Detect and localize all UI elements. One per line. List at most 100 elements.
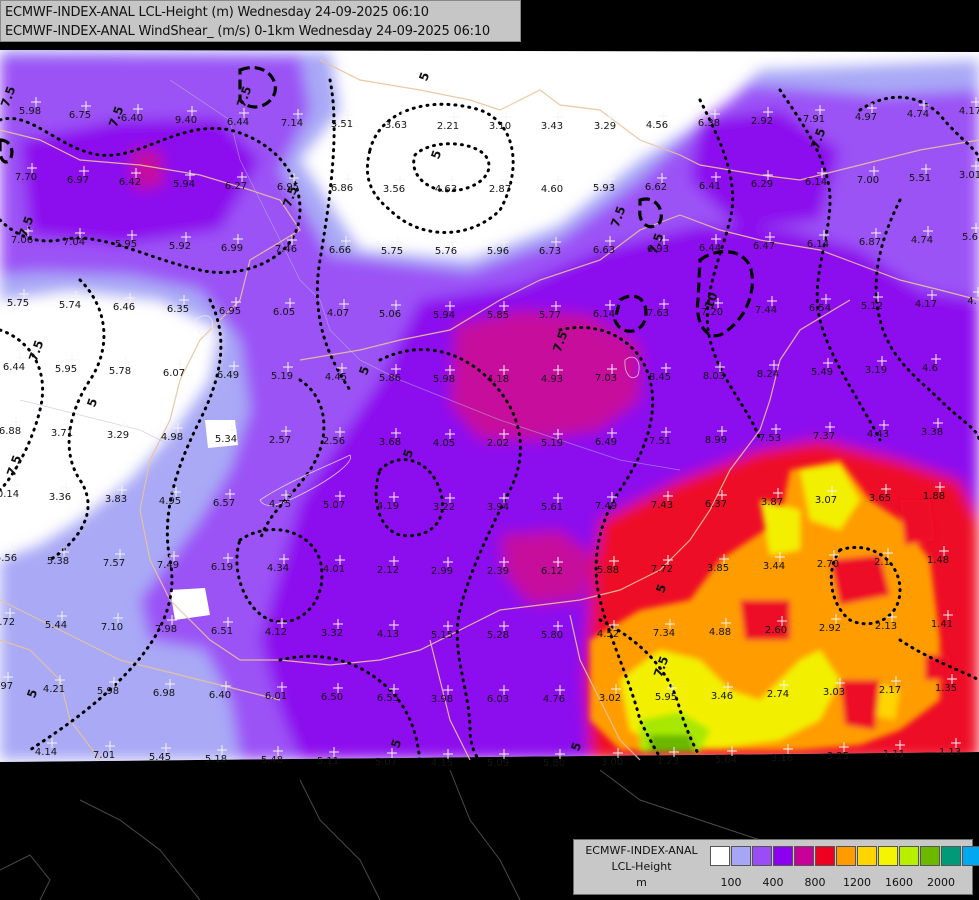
grid-value-label: 6.49 [595, 437, 617, 448]
lcl-field [0, 50, 979, 762]
grid-value-label: 5.51 [331, 119, 353, 130]
grid-value-label: 6.27 [225, 181, 247, 192]
grid-value-label: 5.15 [431, 630, 453, 641]
weather-map-viewer: 5.98 6.75 6.40 9.40 6.44 7.14 5.51 3.63 2.21 3.10… [0, 0, 979, 900]
grid-value-label: 4.60 [541, 184, 563, 195]
grid-value-label: 3.98 [431, 694, 453, 705]
grid-value-label: 7.49 [595, 501, 617, 512]
grid-value-label: 2.87 [489, 184, 511, 195]
grid-value-label: 5.76 [435, 246, 457, 257]
grid-value-label: 6.49 [217, 370, 239, 381]
grid-value-label: 7.01 [93, 750, 115, 761]
grid-value-label: 5.95 [55, 364, 77, 375]
grid-value-label: 6.07 [163, 368, 185, 379]
grid-value-label: 2.1 [874, 557, 890, 568]
grid-value-label: 7.49 [157, 560, 179, 571]
grid-value-label: 5.93 [593, 183, 615, 194]
grid-value-label: 5.74 [59, 300, 81, 311]
grid-value-label: 2.02 [487, 438, 509, 449]
grid-value-label: 4.17 [915, 299, 937, 310]
grid-value-label: 7.53 [759, 433, 781, 444]
legend-tick-label: 800 [804, 876, 826, 889]
grid-value-label: 4.76 [543, 694, 565, 705]
grid-value-label: 1.88 [923, 491, 945, 502]
grid-value-label: 5.28 [487, 630, 509, 641]
grid-value-label: 6.42 [119, 177, 141, 188]
grid-value-label: 6.14 [807, 239, 829, 250]
grid-value-label: 3.43 [541, 121, 563, 132]
grid-value-label: 2.17 [879, 685, 901, 696]
grid-value-label: 6.29 [751, 179, 773, 190]
grid-value-label: 7.57 [103, 558, 125, 569]
grid-value-label: 6.50 [321, 692, 343, 703]
grid-value-label: 4.74 [907, 109, 929, 120]
color-legend: ECMWF-INDEX-ANAL LCL-Height m 100 400 800 1… [573, 839, 979, 895]
legend-tick-label: 1200 [843, 876, 871, 889]
grid-value-label: 6.14 [593, 309, 615, 320]
grid-value-label: 5.75 [381, 246, 403, 257]
grid-value-label: 3.97 [0, 681, 13, 692]
grid-value-label: 1.11 [883, 749, 905, 760]
grid-value-label: 3.19 [865, 365, 887, 376]
grid-value-label: 5.77 [539, 310, 561, 321]
grid-value-label: 6.88 [0, 426, 21, 437]
grid-value-label: 3.25 [827, 751, 849, 762]
grid-value-label: 5.78 [109, 366, 131, 377]
grid-value-label: 7.72 [651, 564, 673, 575]
grid-value-label: 6.05 [273, 307, 295, 318]
grid-value-label: 7.14 [281, 118, 303, 129]
grid-value-label: 2.39 [487, 566, 509, 577]
grid-value-label: 3.65 [869, 493, 891, 504]
legend-tick-label: 400 [762, 876, 784, 889]
grid-value-label: 6.47 [753, 241, 775, 252]
grid-value-label: 3.07 [815, 495, 837, 506]
grid-value-label: 7.00 [857, 175, 879, 186]
grid-value-label: 3.16 [771, 753, 793, 764]
grid-value-label: 3.29 [107, 430, 129, 441]
grid-value-label: 6.87 [859, 237, 881, 248]
grid-value-label: 5.19 [271, 371, 293, 382]
grid-value-label: 7.51 [649, 436, 671, 447]
grid-value-label: 3.36 [49, 492, 71, 503]
grid-value-label: 4.34 [267, 563, 289, 574]
grid-value-label: 4.6 [922, 363, 938, 374]
grid-value-label: 7.70 [15, 172, 37, 183]
title-line-2: ECMWF-INDEX-ANAL WindShear_ (m/s) 0-1km … [5, 24, 490, 39]
legend-tick-label: 2000 [927, 876, 955, 889]
grid-value-label: 5.12 [861, 301, 883, 312]
legend-swatch [962, 846, 979, 866]
grid-value-label: 2.13 [875, 621, 897, 632]
grid-value-label: 4.74 [911, 235, 933, 246]
grid-value-label: 4.93 [541, 374, 563, 385]
grid-value-label: 1.41 [931, 619, 953, 630]
grid-value-label: 3.85 [707, 563, 729, 574]
legend-tick-label: 1600 [885, 876, 913, 889]
legend-swatch [941, 846, 961, 866]
grid-value-label: 4.15 [431, 758, 453, 769]
grid-value-label: 3.03 [823, 687, 845, 698]
grid-value-label: 7.72 [0, 617, 15, 628]
grid-value-label: 6.97 [67, 175, 89, 186]
grid-value-label: 2.57 [269, 435, 291, 446]
grid-value-label: 3.22 [433, 502, 455, 513]
grid-value-label: 4.97 [855, 112, 877, 123]
grid-value-label: 7.63 [647, 308, 669, 319]
grid-value-label: 3.32 [321, 628, 343, 639]
grid-value-label: 5.95 [115, 239, 137, 250]
grid-value-label: 6.41 [699, 181, 721, 192]
grid-value-label: 6.44 [227, 117, 249, 128]
legend-swatch [794, 846, 814, 866]
grid-value-label: 6.37 [705, 499, 727, 510]
grid-value-label: 3.01 [959, 170, 979, 181]
grid-value-label: 6.73 [539, 246, 561, 257]
grid-value-label: 6.75 [69, 110, 91, 121]
legend-title-line-2: LCL-Height [611, 860, 672, 873]
legend-tick-label: 100 [720, 876, 742, 889]
grid-value-label: 4.05 [433, 438, 455, 449]
grid-value-label: 6.46 [113, 302, 135, 313]
grid-value-label: 6.19 [211, 562, 233, 573]
grid-value-label: 3.83 [105, 494, 127, 505]
grid-value-label: 5.85 [487, 310, 509, 321]
grid-value-label: 4.88 [709, 627, 731, 638]
grid-value-label: 4.43 [867, 429, 889, 440]
